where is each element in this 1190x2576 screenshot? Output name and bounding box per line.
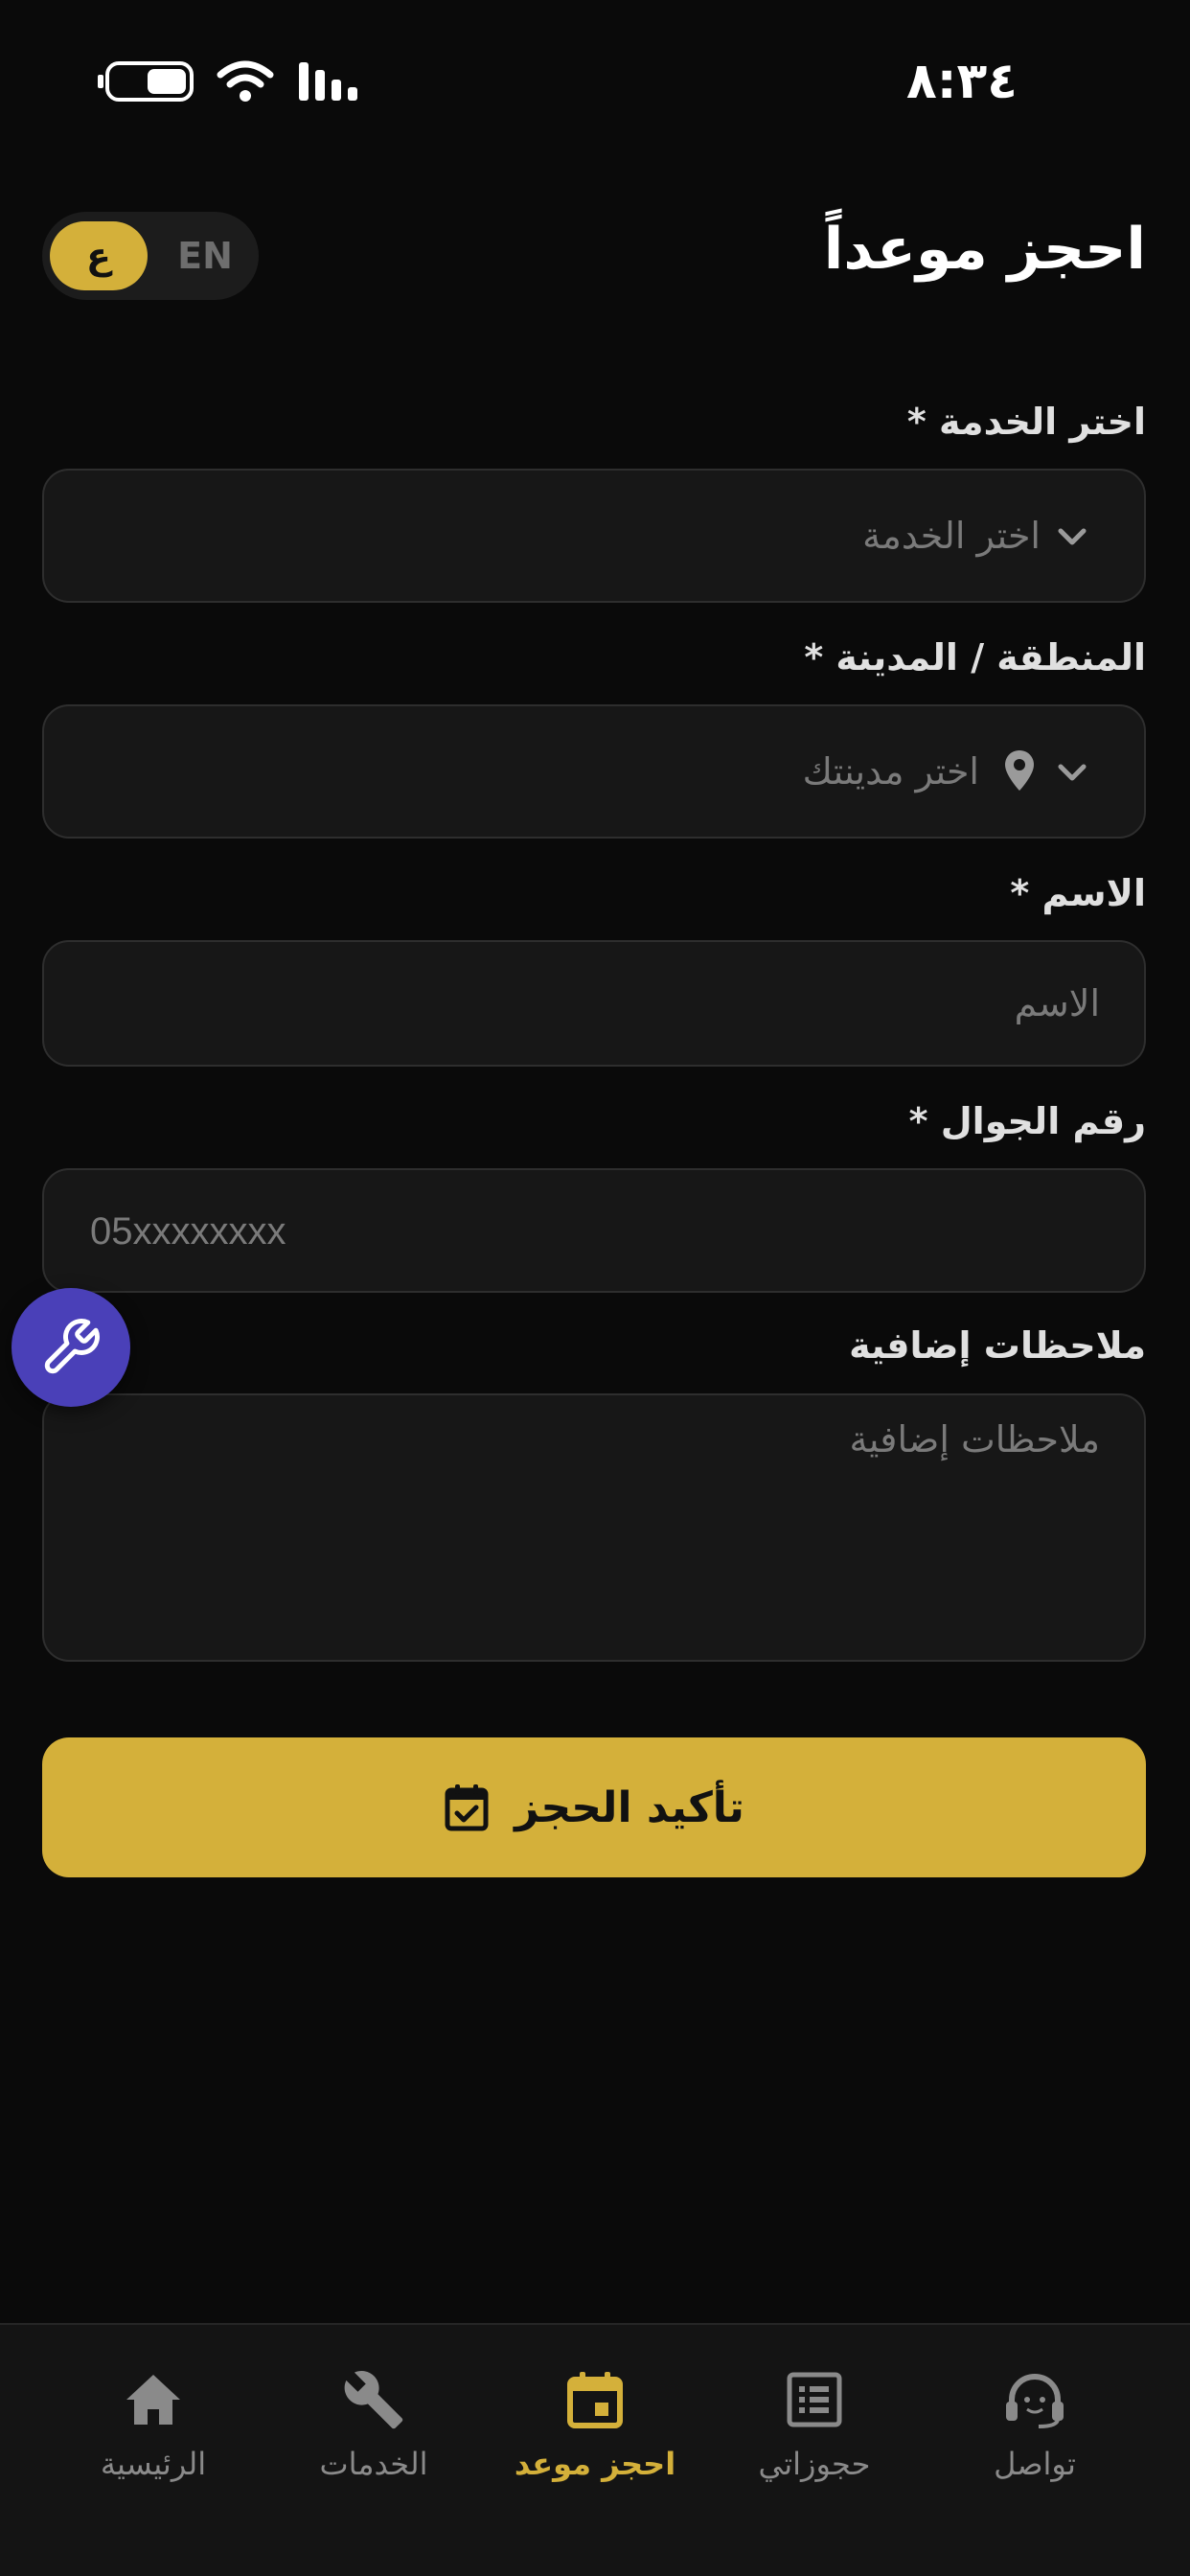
nav-label-services: الخدمات	[319, 2446, 428, 2482]
nav-item-contact[interactable]: تواصل	[929, 2363, 1140, 2507]
city-placeholder: اختر مدينتك	[802, 750, 979, 793]
signal-icon	[299, 62, 357, 101]
notes-textarea[interactable]: ملاحظات إضافية	[42, 1393, 1146, 1662]
lang-option-arabic[interactable]: ع	[50, 221, 148, 290]
wrench-icon	[44, 1319, 100, 1374]
list-icon	[787, 2372, 842, 2427]
phone-placeholder: 05xxxxxxxx	[90, 1210, 286, 1253]
tools-fab-button[interactable]	[11, 1288, 130, 1407]
nav-label-home: الرئيسية	[100, 2446, 207, 2482]
phone-input[interactable]: 05xxxxxxxx	[42, 1168, 1146, 1293]
notes-label: ملاحظات إضافية	[849, 1324, 1146, 1367]
bottom-nav: الرئيسية الخدمات احجز موعد حجوزاتي تواصل	[0, 2323, 1190, 2576]
wrench-icon	[344, 2371, 403, 2429]
city-label: المنطقة / المدينة *	[804, 636, 1146, 678]
nav-label-my-bookings: حجوزاتي	[758, 2446, 871, 2482]
home-icon	[126, 2375, 180, 2425]
name-label: الاسم *	[1010, 872, 1146, 914]
nav-item-book[interactable]: احجز موعد	[490, 2363, 700, 2507]
name-input[interactable]: الاسم	[42, 940, 1146, 1067]
nav-item-home[interactable]: الرئيسية	[48, 2363, 259, 2507]
nav-label-book: احجز موعد	[514, 2446, 676, 2482]
notes-placeholder: ملاحظات إضافية	[849, 1418, 1100, 1460]
chevron-down-icon	[1058, 528, 1087, 545]
confirm-booking-label: تأكيد الحجز	[515, 1782, 744, 1832]
language-toggle[interactable]: ع EN	[42, 212, 259, 300]
lang-option-english[interactable]: EN	[167, 212, 243, 300]
name-placeholder: الاسم	[1014, 982, 1100, 1024]
header: ع EN احجز موعداً	[0, 206, 1190, 302]
confirm-booking-button[interactable]: تأكيد الحجز	[42, 1737, 1146, 1877]
phone-label: رقم الجوال *	[908, 1100, 1146, 1142]
headset-icon	[1006, 2373, 1064, 2428]
nav-label-contact: تواصل	[994, 2446, 1076, 2482]
page-title: احجز موعداً	[823, 216, 1146, 283]
status-bar: ٨:٣٤	[0, 0, 1190, 172]
calendar-check-icon	[445, 1784, 489, 1831]
nav-item-my-bookings[interactable]: حجوزاتي	[709, 2363, 920, 2507]
status-icons	[98, 59, 360, 104]
calendar-icon	[567, 2372, 623, 2428]
location-pin-icon	[1005, 750, 1034, 791]
service-select[interactable]: اختر الخدمة	[42, 469, 1146, 603]
nav-item-services[interactable]: الخدمات	[268, 2363, 479, 2507]
city-select[interactable]: اختر مدينتك	[42, 704, 1146, 839]
wifi-icon	[217, 60, 274, 102]
status-time: ٨:٣٤	[905, 53, 1018, 110]
service-label: اختر الخدمة *	[906, 401, 1146, 443]
battery-icon	[98, 61, 194, 102]
chevron-down-icon	[1058, 764, 1087, 781]
service-placeholder: اختر الخدمة	[862, 515, 1041, 557]
